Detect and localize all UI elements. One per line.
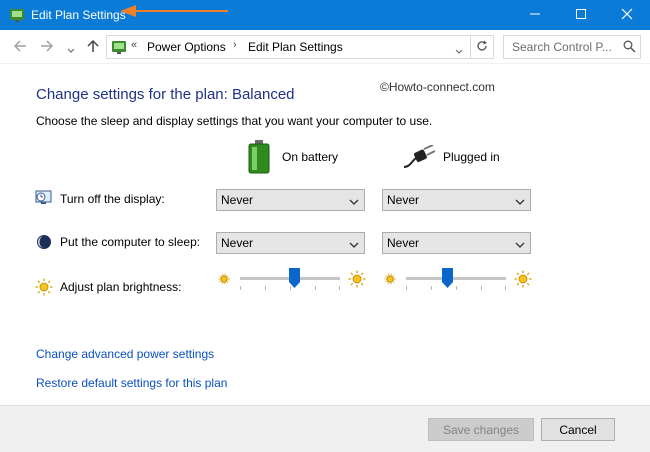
display-timeout-label: Turn off the display: [60,192,165,206]
maximize-button[interactable] [558,0,604,30]
sleep-icon [35,234,53,253]
save-changes-button[interactable]: Save changes [428,418,534,441]
slider-track [406,277,506,280]
navigation-bar: « Power Options › Edit Plan Settings Sea… [0,30,650,64]
chevron-down-icon [349,238,359,252]
title-bar: Edit Plan Settings [0,0,650,30]
address-dropdown-icon[interactable] [455,44,463,58]
refresh-button[interactable] [470,36,493,58]
slider-thumb[interactable] [441,268,453,291]
plugged-in-header: Plugged in [443,150,500,164]
plugged-brightness-slider[interactable] [406,268,506,292]
power-options-app-icon [9,7,25,26]
forward-arrow-icon[interactable] [40,40,54,55]
breadcrumb-separator[interactable]: › [233,39,237,51]
window-title: Edit Plan Settings [31,8,126,22]
display-battery-select[interactable]: Never [216,189,365,211]
watermark-text: ©Howto-connect.com [380,80,495,94]
search-input[interactable]: Search Control P... [503,35,641,59]
power-options-icon [111,39,127,58]
back-arrow-icon[interactable] [13,40,27,55]
breadcrumb-power-options[interactable]: Power Options [147,40,226,54]
bright-brightness-icon [348,270,366,291]
battery-icon [248,140,270,177]
slider-thumb[interactable] [288,268,300,291]
brightness-label: Adjust plan brightness: [60,280,182,294]
chevron-down-icon[interactable] [67,43,75,57]
search-placeholder: Search Control P... [512,40,612,54]
refresh-icon [476,40,488,55]
plug-icon [402,144,436,172]
chevron-down-icon [515,195,525,209]
battery-brightness-slider[interactable] [240,268,340,292]
sleep-timeout-label: Put the computer to sleep: [60,235,201,249]
close-icon [621,8,633,23]
close-button[interactable] [604,0,650,30]
minimize-icon [529,8,541,23]
restore-defaults-link[interactable]: Restore default settings for this plan [36,376,227,390]
sleep-battery-value: Never [221,236,254,250]
sleep-plugged-value: Never [387,236,420,250]
display-plugged-select[interactable]: Never [382,189,531,211]
on-battery-header: On battery [282,150,339,164]
dim-brightness-icon [384,273,396,288]
page-description: Choose the sleep and display settings th… [36,114,433,128]
chevron-down-icon [349,195,359,209]
dim-brightness-icon [218,273,230,288]
chevron-down-icon [515,238,525,252]
minimize-button[interactable] [512,0,558,30]
sleep-battery-select[interactable]: Never [216,232,365,254]
sun-icon [35,278,53,299]
address-bar[interactable]: « Power Options › Edit Plan Settings [106,35,494,59]
page-title: Change settings for the plan: Balanced [36,86,295,103]
display-plugged-value: Never [387,193,420,207]
breadcrumb-edit-plan-settings[interactable]: Edit Plan Settings [248,40,343,54]
sleep-plugged-select[interactable]: Never [382,232,531,254]
address-overflow[interactable]: « [131,39,137,51]
display-icon [35,190,53,209]
up-arrow-icon[interactable] [87,39,99,56]
bright-brightness-icon [514,270,532,291]
advanced-power-settings-link[interactable]: Change advanced power settings [36,347,214,361]
search-icon[interactable] [623,40,636,56]
display-battery-value: Never [221,193,254,207]
maximize-icon [575,8,587,23]
dialog-footer: Save changes Cancel [0,405,650,452]
annotation-arrow-icon [120,4,230,21]
cancel-button[interactable]: Cancel [541,418,615,441]
